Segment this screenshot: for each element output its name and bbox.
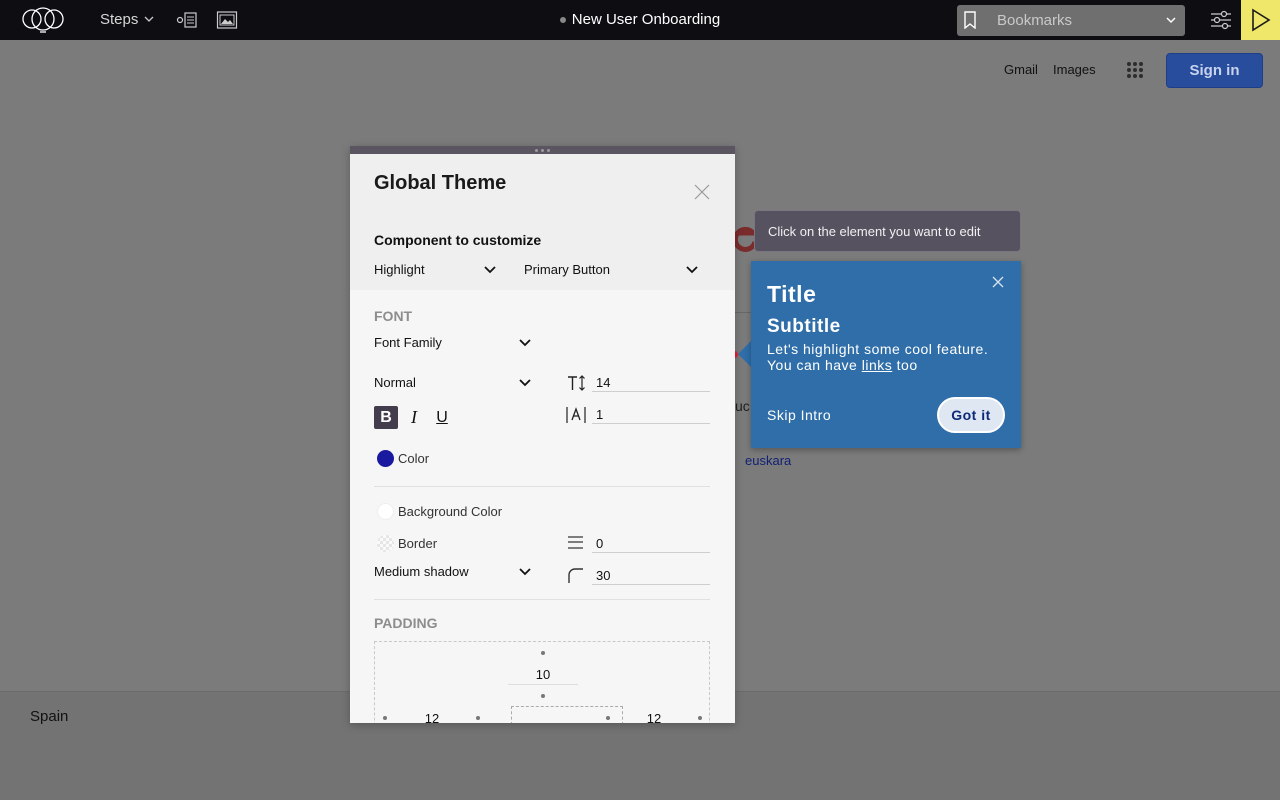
padding-handle	[476, 716, 480, 720]
tour-pointer-arrow	[738, 340, 752, 368]
padding-handle	[541, 651, 545, 655]
padding-handle	[698, 716, 702, 720]
chevron-down-icon	[484, 265, 496, 273]
padding-top-input[interactable]: 10	[508, 667, 578, 685]
apps-grid-icon[interactable]	[1127, 62, 1143, 78]
step-list-icon[interactable]	[176, 10, 198, 30]
component-select-value: Highlight	[374, 262, 425, 277]
font-weight-value: Normal	[374, 375, 416, 390]
tour-body-text: too	[896, 357, 918, 373]
document-title-text: New User Onboarding	[571, 11, 721, 28]
unsaved-dot	[559, 17, 566, 24]
skip-intro-button[interactable]: Skip Intro	[767, 407, 831, 423]
padding-handle	[383, 716, 387, 720]
padding-section-title: PADDING	[374, 615, 438, 631]
font-section-title: FONT	[374, 308, 413, 324]
sign-in-button[interactable]: Sign in	[1166, 53, 1263, 88]
close-icon[interactable]	[694, 184, 710, 200]
chevron-down-icon	[686, 265, 698, 273]
top-toolbar: Steps New User Onboarding Bookmarks	[0, 0, 1280, 40]
tour-body: Let's highlight some cool feature. You c…	[767, 341, 988, 373]
bookmark-icon	[964, 11, 976, 29]
font-weight-select[interactable]: Normal	[374, 375, 531, 390]
images-link[interactable]: Images	[1053, 62, 1096, 77]
padding-left-input[interactable]: 12	[397, 711, 467, 723]
background-color-label: Background Color	[398, 504, 503, 519]
underline-button[interactable]: U	[430, 406, 454, 429]
font-size-icon	[568, 375, 585, 391]
padding-right-input[interactable]: 12	[619, 711, 689, 723]
chevron-down-icon	[519, 338, 531, 346]
component-select[interactable]: Highlight	[374, 262, 496, 277]
drag-handle[interactable]	[350, 146, 735, 154]
tour-body-text: You can have	[767, 357, 858, 373]
app-logo-icon[interactable]	[20, 6, 66, 34]
play-icon	[1252, 8, 1271, 32]
background-color-swatch[interactable]	[377, 503, 394, 520]
color-swatch[interactable]	[377, 450, 394, 467]
italic-button[interactable]: I	[402, 406, 426, 429]
language-link[interactable]: euskara	[745, 453, 791, 468]
variant-select[interactable]: Primary Button	[524, 262, 698, 277]
component-label: Component to customize	[374, 232, 542, 248]
tour-subtitle: Subtitle	[767, 316, 841, 337]
close-icon[interactable]	[992, 276, 1004, 288]
font-size-input[interactable]: 14	[592, 375, 710, 392]
tour-title: Title	[767, 281, 817, 307]
global-theme-panel: Global Theme Component to customize High…	[350, 146, 735, 723]
border-label: Border	[398, 536, 438, 551]
border-width-input[interactable]: 0	[592, 536, 710, 553]
settings-sliders-icon[interactable]	[1209, 9, 1233, 31]
got-it-button[interactable]: Got it	[937, 397, 1005, 433]
padding-handle	[541, 694, 545, 698]
corner-radius-icon	[568, 568, 583, 583]
border-color-swatch[interactable]	[377, 535, 394, 552]
tour-body-line: Let's highlight some cool feature.	[767, 341, 989, 357]
letter-spacing-icon	[566, 407, 586, 423]
chevron-down-icon	[519, 567, 531, 575]
background-text-fragment: uc	[735, 398, 750, 414]
padding-handle	[606, 716, 610, 720]
shadow-select[interactable]: Medium shadow	[374, 564, 531, 579]
chevron-down-icon	[1166, 17, 1176, 24]
chevron-down-icon	[519, 378, 531, 386]
panel-title: Global Theme	[374, 172, 507, 194]
bold-button[interactable]: B	[374, 406, 398, 429]
variant-select-value: Primary Button	[524, 262, 610, 277]
corner-radius-input[interactable]: 30	[592, 568, 710, 585]
border-width-icon	[568, 536, 583, 549]
shadow-value: Medium shadow	[374, 564, 469, 579]
bookmarks-dropdown[interactable]: Bookmarks	[957, 5, 1185, 36]
edit-hint-tooltip: Click on the element you want to edit	[754, 210, 1021, 252]
steps-dropdown[interactable]: Steps	[100, 11, 154, 28]
padding-editor: 10 12 12	[374, 641, 710, 723]
tour-highlight-card[interactable]: Title Subtitle Let's highlight some cool…	[751, 261, 1021, 448]
font-family-select[interactable]: Font Family	[374, 335, 531, 350]
letter-spacing-input[interactable]: 1	[592, 407, 710, 424]
edit-hint-text: Click on the element you want to edit	[768, 223, 981, 239]
padding-content-box	[511, 706, 623, 723]
chevron-down-icon	[144, 16, 154, 22]
gmail-link[interactable]: Gmail	[1004, 62, 1038, 77]
image-icon[interactable]	[216, 10, 238, 30]
footer-country: Spain	[30, 708, 69, 725]
color-label: Color	[398, 451, 430, 466]
steps-label: Steps	[100, 11, 139, 28]
bookmarks-label: Bookmarks	[997, 12, 1073, 29]
font-family-value: Font Family	[374, 335, 442, 350]
tour-body-link[interactable]: links	[862, 357, 893, 373]
panel-header: Global Theme Component to customize High…	[350, 154, 735, 290]
section-divider	[374, 486, 710, 487]
section-divider	[374, 599, 710, 600]
play-button[interactable]	[1241, 0, 1280, 40]
